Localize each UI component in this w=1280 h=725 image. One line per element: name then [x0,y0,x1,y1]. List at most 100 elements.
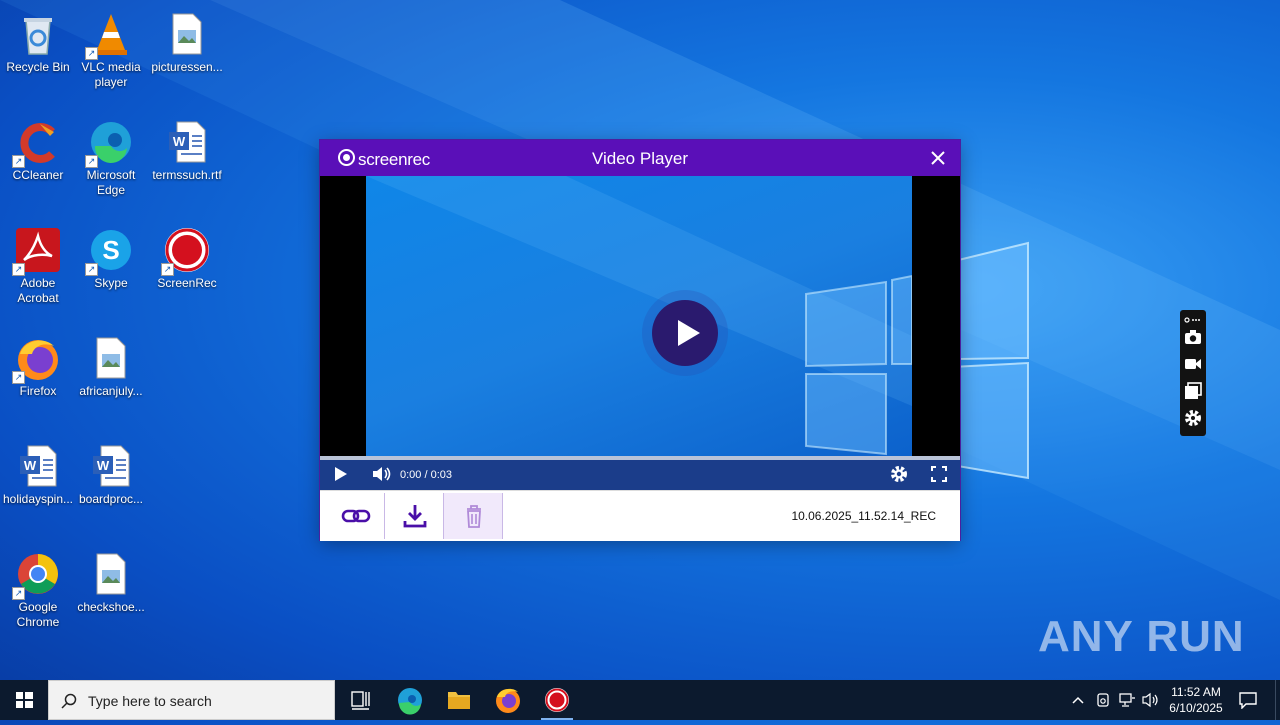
desktop-icon-label: CCleaner [12,168,64,182]
download-icon [403,505,427,528]
settings-button[interactable] [1184,409,1202,427]
fullscreen-button[interactable] [931,466,947,487]
taskbar-search-box[interactable]: Type here to search [48,680,335,720]
ccleaner-icon: ↗ [12,118,62,168]
desktop-icon-africanjuly[interactable]: africanjuly... [73,328,149,399]
recycle-bin-icon [14,10,62,58]
adobe-acrobat-icon: ↗ [12,226,62,276]
firefox-icon [496,688,520,713]
play-icon [678,320,700,346]
settings-button[interactable] [889,464,909,489]
desktop-icon-skype[interactable]: S ↗ Skype [73,220,149,291]
desktop-icon-holidayspin[interactable]: W holidayspin... [0,436,76,507]
notification-icon [1239,692,1257,710]
time-display: 0:00 / 0:03 [400,469,452,481]
desktop-icon-recycle-bin[interactable]: Recycle Bin [0,4,76,75]
desktop-icon-vlc[interactable]: ↗ VLC media player [73,4,149,90]
desktop-icon-label: VLC media player [81,60,141,89]
desktop-icon-screenrec[interactable]: ↗ ScreenRec [149,220,225,291]
progress-bar[interactable] [320,456,960,460]
svg-text:W: W [173,134,186,149]
desktop-icon-label: Google Chrome [16,600,60,629]
desktop-icon-checkshoe[interactable]: checkshoe... [73,544,149,615]
desktop-icon-label: Microsoft Edge [86,168,136,197]
desktop-icon-label: africanjuly... [79,384,143,398]
play-button[interactable] [334,466,348,487]
delete-button[interactable] [444,493,503,539]
desktop-icon-label: checkshoe... [77,600,145,614]
speaker-icon [1142,692,1158,708]
svg-text:W: W [97,458,110,473]
fullscreen-icon [931,466,947,482]
gear-icon [1185,410,1201,426]
taskbar-edge[interactable] [386,680,434,720]
trash-icon [467,505,481,528]
desktop-icon-label: boardproc... [78,492,144,506]
word-document-icon: W [87,442,135,490]
network-button[interactable] [1118,692,1136,711]
search-icon [61,693,77,709]
window-title: Video Player [591,149,689,168]
desktop-icon-chrome[interactable]: ↗ Google Chrome [0,544,76,630]
close-button[interactable] [926,146,950,170]
desktop-icon-label: Firefox [19,384,57,398]
screenrec-icon [545,688,569,712]
copy-link-button[interactable] [326,493,385,539]
close-icon [931,151,945,165]
desktop-icon-ccleaner[interactable]: ↗ CCleaner [0,112,76,183]
desktop-icon-termssuch[interactable]: W termssuch.rtf [149,112,225,183]
gear-icon [891,466,907,482]
video-area[interactable] [320,176,960,456]
record-video-button[interactable] [1184,355,1202,373]
tray-app-icon[interactable] [1095,692,1111,711]
desktop-icon-boardproc[interactable]: W boardproc... [73,436,149,507]
download-button[interactable] [385,493,444,539]
gallery-icon [1185,382,1202,399]
word-document-icon: W [14,442,62,490]
task-view-icon [351,691,370,710]
image-file-icon [163,10,211,58]
show-desktop-button[interactable] [1275,680,1280,720]
notifications-button[interactable] [1238,691,1258,712]
video-camera-icon [1185,359,1201,369]
desktop-icon-label: Skype [94,276,128,290]
drag-icon [1184,317,1200,323]
taskbar-clock[interactable]: 11:52 AM 6/10/2025 [1160,684,1232,716]
desktop-icon-label: Recycle Bin [6,60,70,74]
taskbar-screenrec[interactable] [533,680,581,720]
play-overlay-button[interactable] [652,300,718,366]
task-view-button[interactable] [336,680,384,720]
taskbar: Type here to search 11:52 AM 6/10/2025 [0,680,1280,720]
anyrun-watermark: ANY RUN [1038,612,1245,661]
desktop-icon-picturessen[interactable]: picturessen... [149,4,225,75]
tray-device-icon [1097,693,1109,707]
clock-date: 6/10/2025 [1169,701,1223,715]
title-bar[interactable]: screenrec Video Player [320,140,960,176]
volume-tray-button[interactable] [1142,692,1160,711]
screenrec-side-toolbar [1180,310,1206,436]
screenshot-button[interactable] [1184,328,1202,346]
desktop-icon-edge[interactable]: ↗ Microsoft Edge [73,112,149,198]
clock-time: 11:52 AM [1171,685,1221,699]
volume-button[interactable] [372,465,392,488]
video-frame [366,176,912,456]
start-button[interactable] [0,680,48,720]
chrome-icon: ↗ [12,550,62,600]
taskbar-file-explorer[interactable] [435,680,483,720]
desktop-icon-firefox[interactable]: ↗ Firefox [0,328,76,399]
taskbar-firefox[interactable] [484,680,532,720]
camera-icon [1185,330,1201,344]
desktop-icon-acrobat[interactable]: ↗ Adobe Acrobat [0,220,76,306]
skype-icon: S ↗ [85,226,135,276]
show-hidden-icons-button[interactable] [1070,692,1086,711]
gallery-button[interactable] [1184,382,1202,400]
player-controls: 0:00 / 0:03 [320,456,960,490]
word-document-icon: W [163,118,211,166]
image-file-icon [87,550,135,598]
video-player-window: screenrec Video Player 0:00 / 0:03 10.06… [320,140,960,541]
edge-icon [398,688,422,715]
file-explorer-icon [448,692,470,709]
search-placeholder: Type here to search [88,693,212,709]
video-thumbnail [366,176,912,456]
drag-handle[interactable] [1184,312,1202,323]
